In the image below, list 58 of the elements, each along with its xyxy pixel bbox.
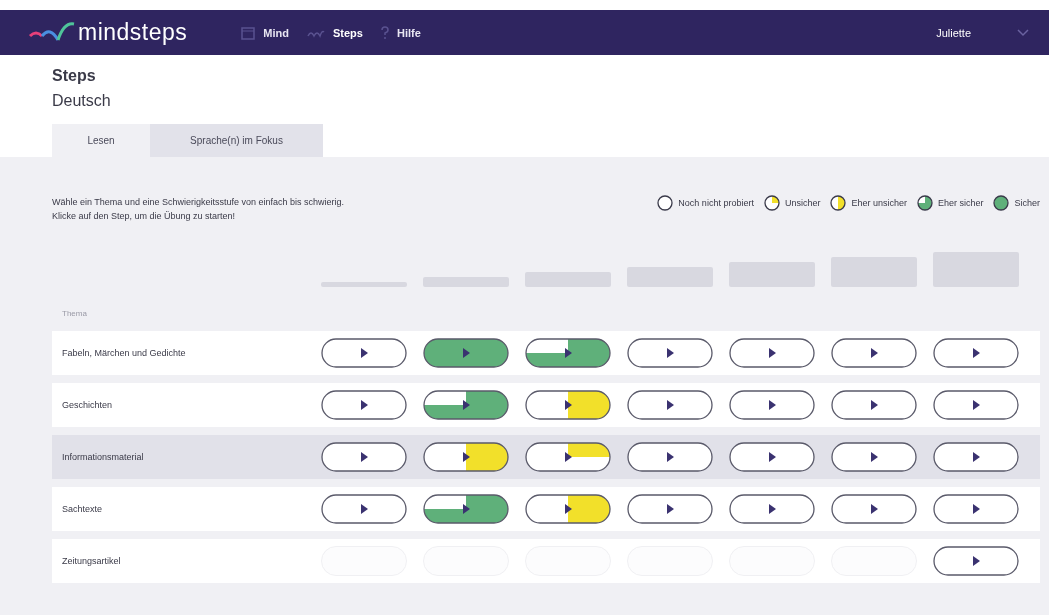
topic-row[interactable]: Sachtexte bbox=[52, 487, 1040, 531]
step-button[interactable] bbox=[525, 338, 611, 368]
legend-label: Unsicher bbox=[784, 198, 821, 208]
calendar-icon bbox=[241, 25, 256, 40]
instructions-text: Wähle ein Thema und eine Schwierigkeitsstufe von einfach bis schwierig. Klicke auf den Step, um die Übung zu starten! bbox=[52, 196, 344, 223]
column-header: Thema bbox=[62, 309, 88, 318]
step-button[interactable] bbox=[933, 390, 1019, 420]
step-button[interactable] bbox=[321, 390, 407, 420]
step-button[interactable] bbox=[729, 338, 815, 368]
step-button[interactable] bbox=[321, 494, 407, 524]
topic-row[interactable]: Zeitungsartikel bbox=[52, 539, 1040, 583]
nav-item[interactable]: Steps bbox=[307, 26, 363, 39]
step-button[interactable] bbox=[627, 494, 713, 524]
page-title: Steps bbox=[52, 66, 97, 85]
step-button[interactable] bbox=[423, 338, 509, 368]
step-button[interactable] bbox=[525, 442, 611, 472]
topic-label: Zeitungsartikel bbox=[62, 556, 122, 566]
step-button[interactable] bbox=[933, 494, 1019, 524]
topic-row[interactable]: Informationsmaterial bbox=[52, 435, 1040, 479]
topic-row[interactable]: Fabeln, Märchen und Gedichte bbox=[52, 331, 1040, 375]
step-button[interactable] bbox=[729, 494, 815, 524]
step-button[interactable] bbox=[423, 442, 509, 472]
legend-label: Sicher bbox=[1014, 198, 1040, 208]
topic-label: Fabeln, Märchen und Gedichte bbox=[62, 348, 187, 358]
step-button[interactable] bbox=[933, 338, 1019, 368]
nav-item[interactable]: Hilfe bbox=[380, 25, 421, 40]
tab[interactable]: Sprache(n) im Fokus bbox=[150, 124, 323, 157]
step-button[interactable] bbox=[525, 494, 611, 524]
user-menu[interactable]: Juliette bbox=[930, 25, 977, 40]
step-button[interactable] bbox=[729, 390, 815, 420]
topic-label: Geschichten bbox=[62, 400, 114, 410]
legend-label: Eher sicher bbox=[937, 198, 984, 208]
legend-label: Noch nicht probiert bbox=[678, 198, 754, 208]
topic-label: Informationsmaterial bbox=[62, 452, 145, 462]
chevron-down-icon[interactable] bbox=[1017, 28, 1029, 37]
subject-title: Deutsch bbox=[52, 91, 112, 110]
step-button[interactable] bbox=[423, 390, 509, 420]
step-button[interactable] bbox=[831, 494, 917, 524]
logo-text: mindsteps bbox=[78, 19, 188, 46]
legend-label: Eher unsicher bbox=[851, 198, 907, 208]
step-button[interactable] bbox=[831, 390, 917, 420]
topic-row[interactable]: Geschichten bbox=[52, 383, 1040, 427]
step-button[interactable] bbox=[321, 442, 407, 472]
tab[interactable]: Lesen bbox=[52, 124, 150, 157]
step-button[interactable] bbox=[525, 390, 611, 420]
step-button[interactable] bbox=[627, 338, 713, 368]
step-button[interactable] bbox=[933, 442, 1019, 472]
step-button[interactable] bbox=[933, 546, 1019, 576]
topic-label: Sachtexte bbox=[62, 504, 104, 514]
step-button[interactable] bbox=[831, 442, 917, 472]
step-button[interactable] bbox=[321, 338, 407, 368]
step-button[interactable] bbox=[729, 442, 815, 472]
nav-item[interactable]: Mind bbox=[241, 25, 289, 40]
step-button[interactable] bbox=[627, 442, 713, 472]
step-button[interactable] bbox=[831, 338, 917, 368]
help-icon bbox=[380, 25, 389, 40]
step-button[interactable] bbox=[423, 494, 509, 524]
step-button[interactable] bbox=[627, 390, 713, 420]
